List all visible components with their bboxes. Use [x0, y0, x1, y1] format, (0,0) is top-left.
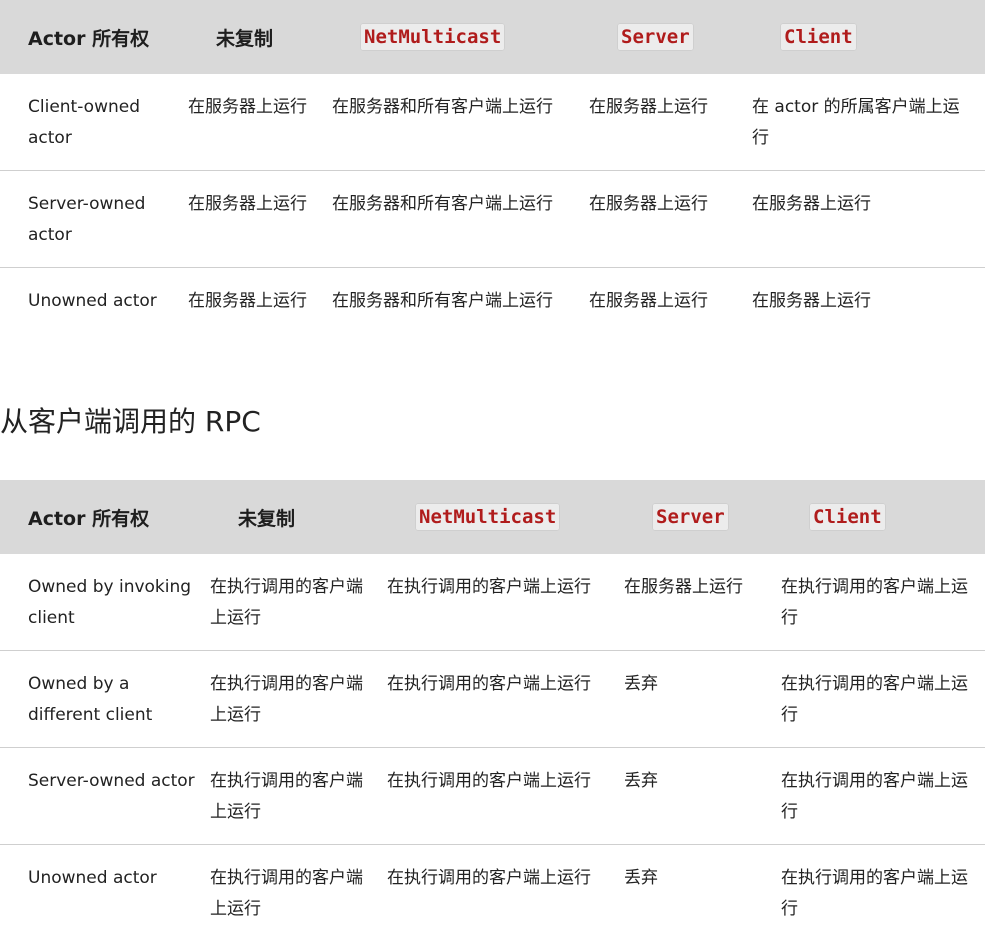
table-header-row: Actor 所有权 未复制 NetMulticast Server Client: [0, 480, 985, 554]
table-cell: 丢弃: [624, 651, 781, 748]
table-cell: 在执行调用的客户端上运行: [387, 845, 624, 941]
row-owner: Server-owned actor: [0, 171, 188, 268]
header-actor-ownership: Actor 所有权: [0, 0, 188, 74]
table-row: Server-owned actor 在执行调用的客户端上运行 在执行调用的客户…: [0, 748, 985, 845]
table-cell: 在服务器上运行: [752, 268, 985, 334]
row-owner: Unowned actor: [0, 268, 188, 334]
table-cell: 在服务器和所有客户端上运行: [332, 74, 589, 171]
table-cell: 在执行调用的客户端上运行: [781, 845, 985, 941]
table-cell: 在服务器上运行: [589, 74, 752, 171]
row-owner: Server-owned actor: [0, 748, 210, 845]
table-cell: 在服务器和所有客户端上运行: [332, 171, 589, 268]
table-cell: 在执行调用的客户端上运行: [210, 651, 387, 748]
table-cell: 在执行调用的客户端上运行: [210, 554, 387, 651]
row-owner: Owned by invoking client: [0, 554, 210, 651]
table-cell: 在服务器上运行: [589, 268, 752, 334]
table-cell: 在服务器上运行: [188, 268, 332, 334]
code-server: Server: [652, 503, 729, 531]
row-owner: Unowned actor: [0, 845, 210, 941]
table-header-row: Actor 所有权 未复制 NetMulticast Server Client: [0, 0, 985, 74]
code-client: Client: [780, 23, 857, 51]
table-cell: 在执行调用的客户端上运行: [387, 554, 624, 651]
section-heading: 从客户端调用的 RPC: [0, 400, 261, 440]
header-actor-ownership: Actor 所有权: [0, 480, 210, 554]
table-row: Owned by invoking client 在执行调用的客户端上运行 在执…: [0, 554, 985, 651]
header-not-replicated: 未复制: [210, 480, 387, 554]
table-cell: 在执行调用的客户端上运行: [210, 748, 387, 845]
table-cell: 丢弃: [624, 845, 781, 941]
table-cell: 在执行调用的客户端上运行: [781, 651, 985, 748]
table-row: Unowned actor 在执行调用的客户端上运行 在执行调用的客户端上运行 …: [0, 845, 985, 941]
code-netmulticast: NetMulticast: [415, 503, 560, 531]
table-cell: 在执行调用的客户端上运行: [387, 748, 624, 845]
code-netmulticast: NetMulticast: [360, 23, 505, 51]
rpc-server-table: Actor 所有权 未复制 NetMulticast Server Client…: [0, 0, 985, 333]
row-owner: Owned by a different client: [0, 651, 210, 748]
table-cell: 在服务器上运行: [188, 74, 332, 171]
table-cell: 在执行调用的客户端上运行: [781, 554, 985, 651]
table-cell: 在服务器上运行: [752, 171, 985, 268]
header-netmulticast: NetMulticast: [387, 480, 624, 554]
row-owner: Client-owned actor: [0, 74, 188, 171]
header-netmulticast: NetMulticast: [332, 0, 589, 74]
table-row: Server-owned actor 在服务器上运行 在服务器和所有客户端上运行…: [0, 171, 985, 268]
table-cell: 在执行调用的客户端上运行: [210, 845, 387, 941]
table-cell: 在服务器上运行: [589, 171, 752, 268]
code-client: Client: [809, 503, 886, 531]
table-cell: 在执行调用的客户端上运行: [781, 748, 985, 845]
header-not-replicated: 未复制: [188, 0, 332, 74]
table-cell: 丢弃: [624, 748, 781, 845]
table-cell: 在服务器上运行: [624, 554, 781, 651]
table-row: Owned by a different client 在执行调用的客户端上运行…: [0, 651, 985, 748]
table-cell: 在服务器上运行: [188, 171, 332, 268]
header-client: Client: [781, 480, 985, 554]
header-server: Server: [589, 0, 752, 74]
table-row: Client-owned actor 在服务器上运行 在服务器和所有客户端上运行…: [0, 74, 985, 171]
table-row: Unowned actor 在服务器上运行 在服务器和所有客户端上运行 在服务器…: [0, 268, 985, 334]
code-server: Server: [617, 23, 694, 51]
table-cell: 在 actor 的所属客户端上运行: [752, 74, 985, 171]
table-cell: 在执行调用的客户端上运行: [387, 651, 624, 748]
rpc-client-table: Actor 所有权 未复制 NetMulticast Server Client…: [0, 480, 985, 941]
table-cell: 在服务器和所有客户端上运行: [332, 268, 589, 334]
header-client: Client: [752, 0, 985, 74]
header-server: Server: [624, 480, 781, 554]
